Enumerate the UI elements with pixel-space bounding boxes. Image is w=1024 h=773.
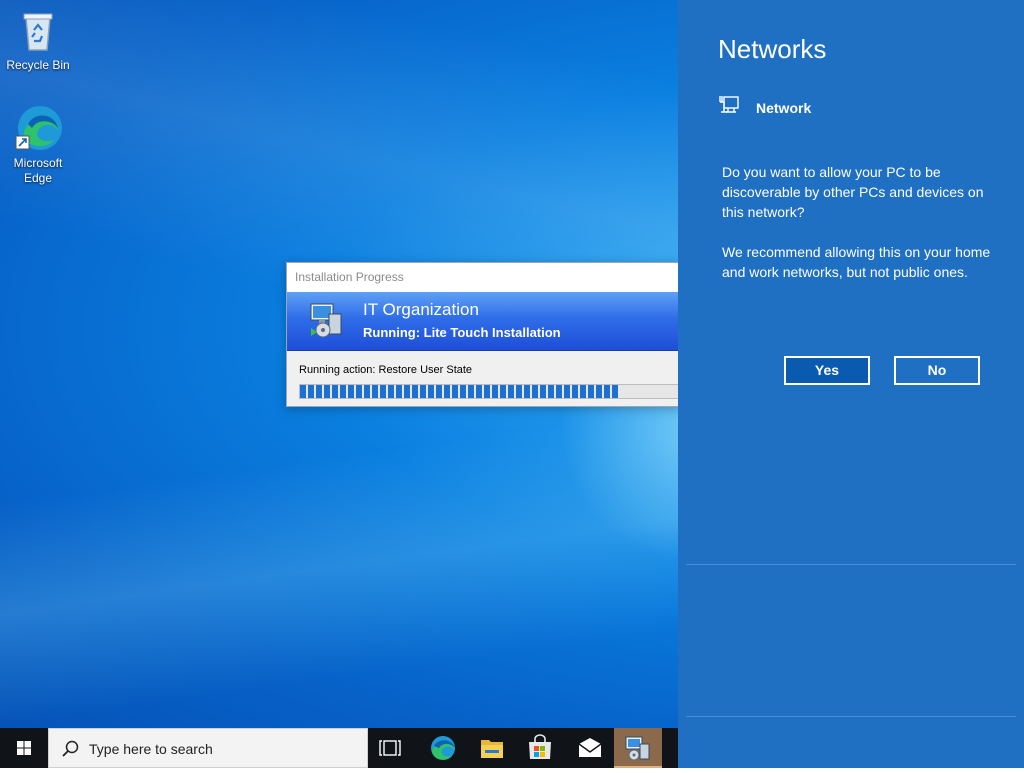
deployment-computer-icon bbox=[309, 302, 345, 340]
recommendation-text: We recommend allowing this on your home … bbox=[722, 244, 991, 280]
networks-flyout: Networks Network Do you want to allow yo… bbox=[678, 0, 1024, 768]
file-explorer-button[interactable] bbox=[468, 728, 516, 768]
taskbar-search-box[interactable]: Type here to search bbox=[48, 728, 368, 768]
search-placeholder: Type here to search bbox=[89, 741, 213, 757]
progress-bar bbox=[299, 384, 679, 399]
progress-bar-fill bbox=[300, 385, 618, 398]
flyout-title: Networks bbox=[718, 34, 827, 64]
discoverable-question: Do you want to allow your PC to be disco… bbox=[722, 164, 984, 220]
start-button[interactable] bbox=[0, 728, 48, 768]
divider bbox=[686, 564, 1016, 565]
file-explorer-icon bbox=[481, 740, 503, 758]
current-action: Running action: Restore User State bbox=[299, 364, 473, 376]
network-name: Network bbox=[756, 99, 812, 116]
network-item: Network bbox=[718, 94, 811, 121]
deployment-wizard-button[interactable] bbox=[614, 728, 662, 768]
taskbar: Type here to search bbox=[0, 728, 678, 768]
taskbar-edge-button[interactable] bbox=[418, 728, 466, 768]
window-title: Installation Progress bbox=[287, 263, 679, 292]
mail-button[interactable] bbox=[566, 728, 614, 768]
desktop-icon-label: Recycle Bin bbox=[6, 58, 70, 72]
search-icon bbox=[61, 740, 79, 758]
divider bbox=[686, 716, 1016, 717]
running-status: Running: Lite Touch Installation bbox=[363, 325, 561, 340]
progress-banner: IT Organization Running: Lite Touch Inst… bbox=[287, 292, 679, 351]
edge-icon bbox=[14, 104, 62, 152]
yes-button[interactable]: Yes bbox=[784, 356, 870, 385]
desktop-icon-label: Microsoft Edge bbox=[13, 156, 63, 185]
desktop-icon-microsoft-edge[interactable]: Microsoft Edge bbox=[0, 104, 76, 186]
ethernet-icon bbox=[718, 94, 740, 121]
edge-icon bbox=[431, 736, 455, 760]
mail-icon bbox=[578, 738, 602, 757]
no-button[interactable]: No bbox=[894, 356, 980, 385]
deployment-icon bbox=[625, 736, 650, 761]
recycle-bin-icon bbox=[14, 6, 62, 54]
desktop-icon-recycle-bin[interactable]: Recycle Bin bbox=[0, 6, 76, 73]
task-view-icon bbox=[379, 740, 401, 756]
windows-logo-icon bbox=[17, 741, 31, 755]
microsoft-store-button[interactable] bbox=[516, 728, 564, 768]
task-view-button[interactable] bbox=[368, 728, 416, 768]
store-icon bbox=[529, 734, 551, 759]
installation-progress-window[interactable]: Installation Progress IT Organization Ru… bbox=[286, 262, 680, 407]
organization-name: IT Organization bbox=[363, 300, 479, 319]
